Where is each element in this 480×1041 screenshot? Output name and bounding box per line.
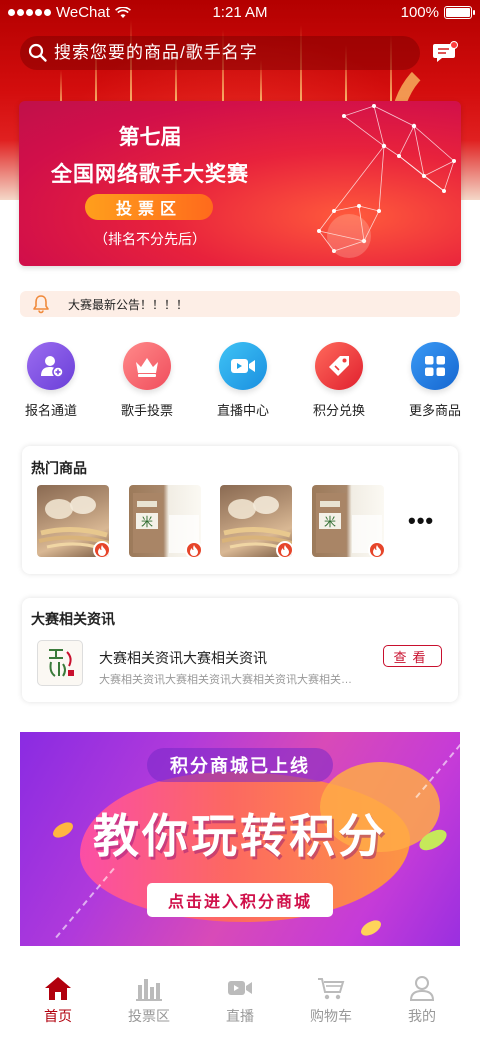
nav-vote[interactable]: 歌手投票 xyxy=(112,342,182,419)
cart-icon xyxy=(318,978,345,1000)
music-note-icon xyxy=(317,104,456,258)
crown-icon xyxy=(136,358,158,377)
news-logo xyxy=(37,640,83,686)
fire-icon xyxy=(185,541,201,557)
tab-live-label: 直播 xyxy=(226,1008,254,1024)
bell-icon xyxy=(33,295,49,314)
nav-points-circle xyxy=(315,342,363,390)
more-products-button[interactable]: ••• xyxy=(408,508,434,534)
tab-vote-label: 投票区 xyxy=(128,1008,170,1024)
dashed-line-decoration xyxy=(415,732,460,799)
nav-points-exchange[interactable]: 积分兑换 xyxy=(304,342,374,419)
hot-products-title: 热门商品 xyxy=(31,460,87,476)
banner-edition: 第七届 xyxy=(118,126,182,149)
nav-register-label: 报名通道 xyxy=(24,403,77,418)
rice-package-label: 米 xyxy=(141,515,153,529)
tab-live[interactable]: 直播 xyxy=(202,975,278,1026)
nav-vote-circle xyxy=(123,342,171,390)
seal-logo-icon xyxy=(49,649,74,677)
tab-cart[interactable]: 购物车 xyxy=(293,975,369,1026)
battery-icon xyxy=(444,6,475,19)
product-rice[interactable]: 米 xyxy=(129,485,201,557)
status-right: 100% xyxy=(400,4,475,21)
news-item-title[interactable]: 大赛相关资讯大赛相关资讯 xyxy=(99,648,267,668)
announcement-bar[interactable]: 大赛最新公告！！！！ xyxy=(20,291,460,317)
nav-more-label: 更多商品 xyxy=(408,403,461,418)
tab-home[interactable]: 首页 xyxy=(20,975,96,1026)
view-news-button[interactable]: 查看 xyxy=(383,645,442,667)
rice-package-label: 米 xyxy=(324,515,336,529)
news-card: 大赛相关资讯 大赛相关资讯大赛相关资讯 大赛相关资讯大赛相关资讯大赛相关资讯大赛… xyxy=(22,598,458,702)
home-icon xyxy=(45,977,71,1000)
status-bar: WeChat 1:21 AM 100% xyxy=(0,0,480,26)
dashed-line-decoration xyxy=(55,867,115,939)
fire-icon xyxy=(276,541,292,557)
nav-more-products[interactable]: 更多商品 xyxy=(400,342,470,419)
nav-live-circle xyxy=(219,342,267,390)
grid-icon xyxy=(425,356,445,376)
bottom-tab-bar: 首页 投票区 直播 购物车 我的 xyxy=(0,962,480,1041)
tab-vote[interactable]: 投票区 xyxy=(111,975,187,1026)
tab-profile-label: 我的 xyxy=(408,1008,436,1024)
video-icon xyxy=(228,981,252,995)
contest-banner[interactable]: 第七届 全国网络歌手大奖赛 投票区 （排名不分先后） xyxy=(19,101,461,266)
nav-live-label: 直播中心 xyxy=(216,403,269,418)
announcement-text: 大赛最新公告！！！！ xyxy=(68,297,189,312)
banner-note: （排名不分先后） xyxy=(94,231,206,247)
tab-profile[interactable]: 我的 xyxy=(384,975,460,1026)
news-section-title: 大赛相关资讯 xyxy=(31,611,115,627)
nav-register[interactable]: 报名通道 xyxy=(16,342,86,419)
promo-subtitle: 积分商城已上线 xyxy=(147,748,333,782)
product-ginseng[interactable] xyxy=(37,485,109,557)
search-icon xyxy=(28,43,47,62)
user-icon xyxy=(409,976,435,1001)
nav-points-label: 积分兑换 xyxy=(312,403,365,418)
product-rice[interactable]: 米 xyxy=(312,485,384,557)
leaf-decoration xyxy=(358,917,384,939)
banner-title: 全国网络歌手大奖赛 xyxy=(51,163,249,186)
search-input[interactable] xyxy=(54,43,394,63)
person-add-icon xyxy=(41,356,64,378)
vote-zone-button[interactable]: 投票区 xyxy=(85,194,213,220)
search-bar[interactable] xyxy=(20,36,420,70)
bar-chart-icon xyxy=(136,979,162,1001)
nav-more-circle xyxy=(411,342,459,390)
battery-percent: 100% xyxy=(400,4,439,21)
nav-vote-label: 歌手投票 xyxy=(120,403,173,418)
product-ginseng[interactable] xyxy=(220,485,292,557)
promo-headline: 教你玩转积分 xyxy=(93,810,387,862)
news-item-subtitle: 大赛相关资讯大赛相关资讯大赛相关资讯大赛相关资讯大赛相关资讯 xyxy=(99,674,357,686)
nav-live[interactable]: 直播中心 xyxy=(208,342,278,419)
video-camera-icon xyxy=(231,359,255,373)
message-icon[interactable] xyxy=(432,41,458,65)
tag-icon xyxy=(329,356,349,376)
tab-home-label: 首页 xyxy=(44,1008,72,1024)
nav-register-circle xyxy=(27,342,75,390)
tab-cart-label: 购物车 xyxy=(310,1008,352,1024)
enter-points-mall-button[interactable]: 点击进入积分商城 xyxy=(147,883,333,917)
hot-products-card: 热门商品 米 米 ••• xyxy=(22,446,458,574)
fire-icon xyxy=(368,541,384,557)
fire-icon xyxy=(93,541,109,557)
points-mall-promo[interactable]: 积分商城已上线 教你玩转积分 点击进入积分商城 xyxy=(20,732,460,946)
